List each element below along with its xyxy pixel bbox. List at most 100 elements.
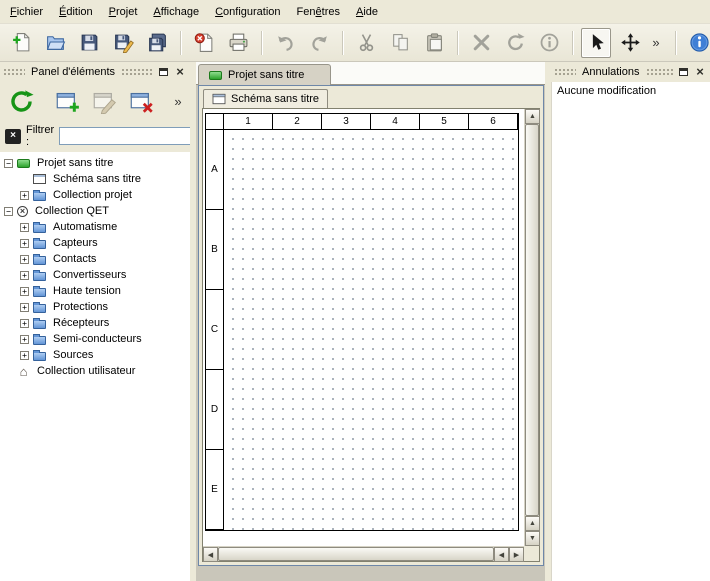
scroll-down-button[interactable]: ▼ [525,531,540,546]
tree-item-collection-utilisateur[interactable]: ⌂Collection utilisateur [0,363,190,379]
tree-expander[interactable]: − [4,159,13,168]
edit-element-button[interactable] [88,85,120,117]
row-header-E: E [206,450,224,530]
elements-tree: −Projet sans titreSchéma sans titre+Coll… [0,152,190,581]
tree-item-contacts[interactable]: + Contacts [0,251,190,267]
dock-grip[interactable] [121,68,153,77]
tree-item-semi-conducteurs[interactable]: + Semi-conducteurs [0,331,190,347]
close-file-button[interactable] [189,28,219,58]
folder-icon [33,192,46,201]
row-header-D: D [206,370,224,450]
save-as-button[interactable] [108,28,138,58]
move-arrows-icon [620,32,641,53]
schema-tab[interactable]: Schéma sans titre [203,89,328,108]
menu-projet[interactable]: Projet [101,2,146,22]
qet-icon: × [17,206,28,217]
vertical-scrollbar[interactable]: ▲ ▲ ▼ [524,109,539,546]
tree-item-collection-projet[interactable]: +Collection projet [0,187,190,203]
redo-button[interactable] [304,28,334,58]
save-all-button[interactable] [142,28,172,58]
toolbar-overflow-button[interactable]: » [649,35,663,50]
schema-canvas[interactable]: 123456 ABCDE [203,109,524,546]
delete-element-button[interactable] [125,85,157,117]
scroll-left-button[interactable]: ◀ [494,547,509,562]
move-tool-button[interactable] [615,28,645,58]
dock-toolbar-overflow-button[interactable]: » [171,94,185,109]
tree-item-haute-tension[interactable]: +Haute tension [0,283,190,299]
new-document-button[interactable] [6,28,36,58]
menu-affichage[interactable]: Affichage [145,2,207,22]
menu-aide[interactable]: Aide [348,2,386,22]
tree-item-collection-qet[interactable]: −×Collection QET [0,203,190,219]
undo-button[interactable] [270,28,300,58]
tree-item-protections[interactable]: +Protections [0,299,190,315]
tree-expander[interactable]: + [20,351,29,360]
tree-expander[interactable]: + [20,255,29,264]
scroll-left-button[interactable]: ◀ [203,547,218,562]
tree-expander[interactable]: + [20,239,29,248]
dock-close-button[interactable]: × [173,65,187,79]
column-header-1: 1 [224,114,273,130]
print-button[interactable] [223,28,253,58]
rotate-button[interactable] [500,28,530,58]
dock-float-button[interactable] [156,65,170,79]
undo-panel-title: Annulations [579,66,643,78]
filter-clear-button[interactable]: × [5,129,21,144]
scroll-up-button[interactable]: ▲ [525,109,540,124]
filter-input[interactable] [59,127,207,145]
cut-icon [356,32,377,53]
tree-expander[interactable]: + [20,319,29,328]
scroll-up-button[interactable]: ▲ [525,516,540,531]
folder-icon [33,224,46,233]
dock-grip[interactable] [646,68,674,77]
new-element-button[interactable] [51,85,83,117]
dock-grip[interactable] [3,68,25,77]
help-info-button[interactable] [684,28,710,58]
schema-grid[interactable] [224,130,518,530]
dock-grip[interactable] [554,68,576,77]
tree-item-label: Récepteurs [51,317,111,329]
horizontal-scrollbar[interactable]: ◀ ◀ ▶ [203,546,524,561]
delete-button[interactable] [466,28,496,58]
tree-item-sources[interactable]: +Sources [0,347,190,363]
open-folder-icon [45,32,66,53]
elements-panel-titlebar: Panel d'éléments × [0,62,190,82]
paste-button[interactable] [419,28,449,58]
tree-expander[interactable]: + [20,303,29,312]
undo-list-item[interactable]: Aucune modification [552,82,710,100]
tree-item-label: Semi-conducteurs [51,333,144,345]
tree-expander[interactable]: − [4,207,13,216]
tree-item-automatisme[interactable]: +Automatisme [0,219,190,235]
menu-fichier[interactable]: Fichier [2,2,51,22]
reload-collections-button[interactable] [5,85,37,117]
menu-edition[interactable]: Édition [51,2,101,22]
tree-expander[interactable]: + [20,335,29,344]
tree-item-schema-sans-titre[interactable]: Schéma sans titre [0,171,190,187]
tree-item-projet-sans-titre[interactable]: −Projet sans titre [0,155,190,171]
tree-item-convertisseurs[interactable]: +Convertisseurs [0,267,190,283]
tree-expander[interactable]: + [20,223,29,232]
horizontal-scroll-thumb[interactable] [218,547,494,561]
dock-close-button[interactable]: × [693,65,707,79]
menu-configuration[interactable]: Configuration [207,2,288,22]
tree-expander[interactable]: + [20,287,29,296]
tree-item-capteurs[interactable]: +Capteurs [0,235,190,251]
save-button[interactable] [74,28,104,58]
tree-item-label: Contacts [51,253,98,265]
scroll-right-button[interactable]: ▶ [509,547,524,562]
dock-float-button[interactable] [676,65,690,79]
element-info-button[interactable] [534,28,564,58]
toolbar-separator [675,31,676,55]
vertical-scroll-thumb[interactable] [525,124,539,516]
cut-button[interactable] [351,28,381,58]
tree-expander[interactable]: + [20,191,29,200]
tree-item-recepteurs[interactable]: + Récepteurs [0,315,190,331]
menu-fenetres[interactable]: Fenêtres [289,2,348,22]
select-tool-button[interactable] [581,28,611,58]
redo-icon [309,32,330,53]
tree-expander[interactable]: + [20,271,29,280]
open-project-button[interactable] [40,28,70,58]
copy-button[interactable] [385,28,415,58]
float-icon [679,68,688,76]
project-tab[interactable]: Projet sans titre [198,64,331,85]
